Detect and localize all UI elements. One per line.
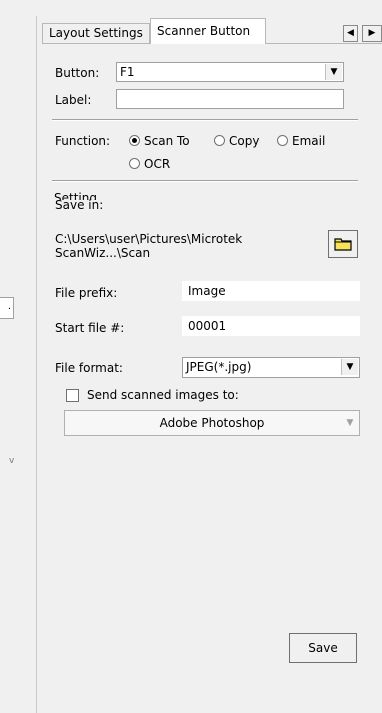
send-images-label: Send scanned images to: [87, 388, 239, 402]
save-in-label: Save in: [55, 198, 104, 212]
save-button[interactable]: Save [289, 633, 357, 663]
pane-divider[interactable] [36, 16, 37, 713]
separator [52, 180, 358, 182]
radio-unselected-icon [129, 158, 140, 169]
send-app-select[interactable]: Adobe Photoshop ▼ [64, 410, 360, 436]
radio-email[interactable]: Email [277, 134, 325, 148]
radio-unselected-icon [214, 135, 225, 146]
tab-scroll-right-icon[interactable]: ▶ [362, 25, 382, 42]
tab-layout-settings[interactable]: Layout Settings [42, 23, 150, 43]
radio-copy[interactable]: Copy [214, 134, 259, 148]
send-app-value: Adobe Photoshop [159, 416, 265, 430]
chevron-down-icon: ▼ [342, 415, 358, 431]
send-images-checkbox[interactable] [66, 389, 79, 402]
tab-scanner-button[interactable]: Scanner Button [150, 18, 266, 44]
button-select-value: F1 [120, 65, 135, 79]
file-format-select[interactable]: JPEG(*.jpg) ▼ [182, 357, 360, 378]
tab-scroll-left-icon[interactable]: ◀ [343, 25, 358, 42]
file-format-value: JPEG(*.jpg) [186, 360, 252, 374]
save-path-line-2: ScanWiz...\Scan [55, 246, 151, 260]
function-label: Function: [55, 134, 111, 148]
save-path-line-1: C:\Users\user\Pictures\Microtek [55, 232, 243, 246]
file-format-label: File format: [55, 361, 123, 375]
file-prefix-label: File prefix: [55, 286, 118, 300]
browse-folder-button[interactable] [328, 230, 358, 258]
folder-icon [334, 238, 352, 251]
radio-unselected-icon [277, 135, 288, 146]
radio-scan-to-label: Scan To [144, 134, 190, 148]
button-select[interactable]: F1 ▼ [116, 62, 344, 82]
radio-email-label: Email [292, 134, 326, 148]
radio-ocr[interactable]: OCR [129, 157, 170, 171]
file-prefix-input[interactable]: Image [182, 281, 360, 301]
save-path-text: C:\Users\user\Pictures\Microtek ScanWiz.… [55, 232, 242, 260]
left-pane-mark: v [9, 456, 15, 466]
radio-copy-label: Copy [229, 134, 260, 148]
label-input[interactable] [116, 89, 344, 109]
start-file-input[interactable]: 00001 [182, 316, 360, 336]
chevron-down-icon: ▼ [325, 64, 342, 80]
radio-ocr-label: OCR [144, 157, 171, 171]
chevron-down-icon: ▼ [341, 359, 358, 375]
radio-selected-icon [129, 135, 140, 146]
start-file-label: Start file #: [55, 321, 125, 335]
label-field-label: Label: [55, 93, 92, 107]
separator [52, 119, 358, 121]
radio-scan-to[interactable]: Scan To [129, 134, 190, 148]
collapse-handle[interactable]: . [0, 297, 14, 319]
button-label: Button: [55, 66, 100, 80]
left-pane-edge [0, 0, 36, 713]
